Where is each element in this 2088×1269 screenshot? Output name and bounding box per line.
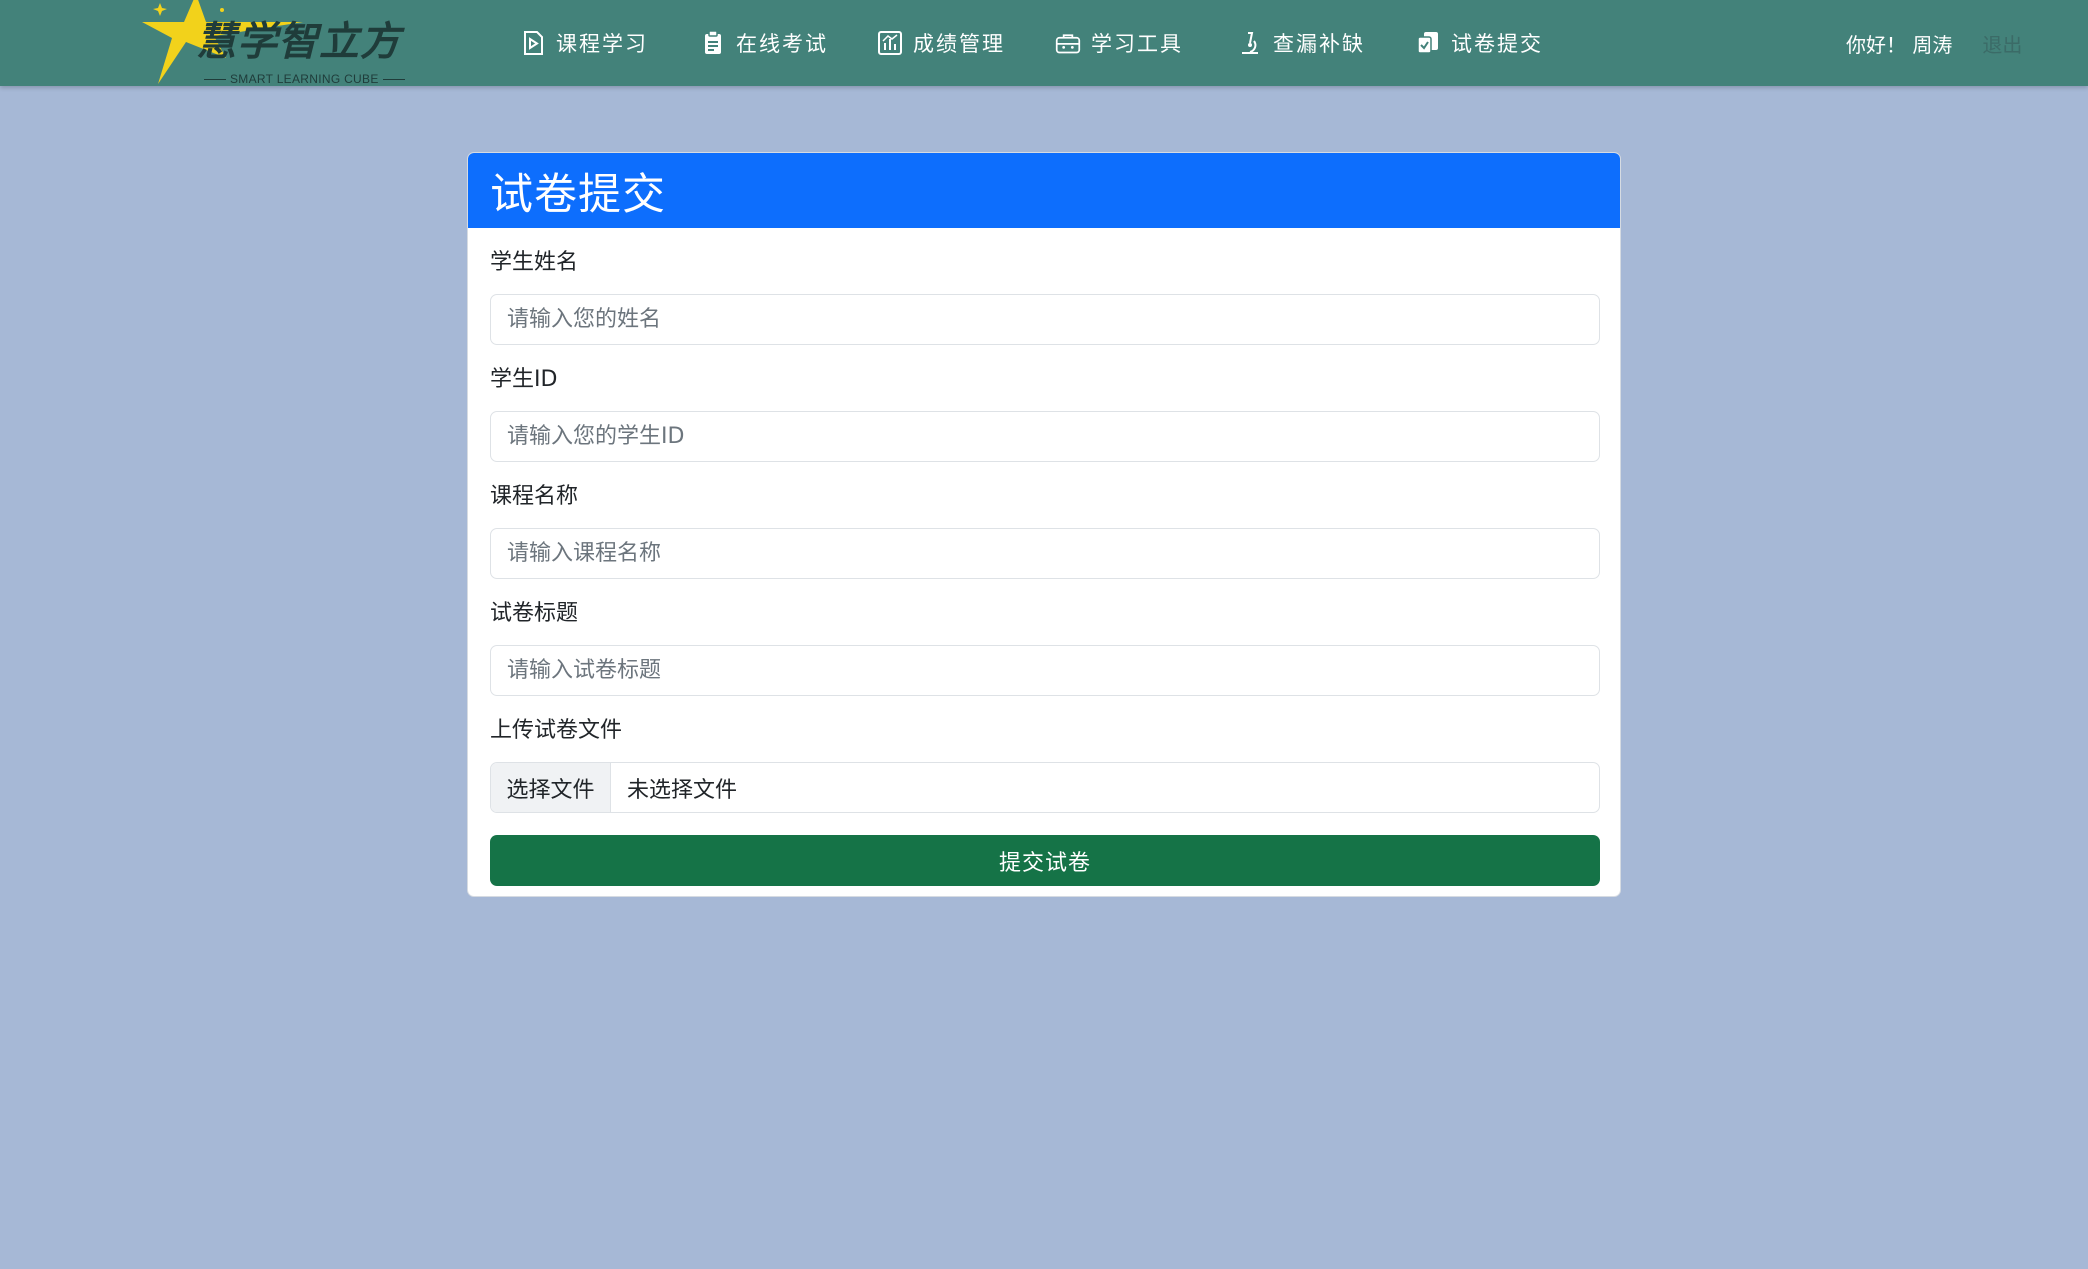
submit-paper-form: 学生姓名 学生ID 课程名称 试卷标题 上传试卷文件 选择文件 未选择文件 提交… [468,248,1620,886]
student-name-input[interactable] [490,294,1600,345]
nav-item-course-study[interactable]: 课程学习 [520,0,648,86]
submit-paper-card: 试卷提交 学生姓名 学生ID 课程名称 试卷标题 上传试卷文件 选择文件 未选择… [467,152,1621,897]
nav-item-paper-submit[interactable]: 试卷提交 [1415,0,1543,86]
student-id-label: 学生ID [490,367,558,392]
play-document-icon [524,31,543,55]
file-status-text: 未选择文件 [627,777,738,803]
paper-title-input[interactable] [490,645,1600,696]
nav-item-gap-filling[interactable]: 查漏补缺 [1237,0,1365,86]
logo-brand-text: 慧学智立方 [196,19,401,65]
site-logo[interactable]: 慧学智立方 SMART LEARNING CUBE [138,0,428,86]
nav-item-label: 在线考试 [736,32,828,56]
nav-item-grade-management[interactable]: 成绩管理 [877,0,1005,86]
nav-item-label: 试卷提交 [1451,32,1543,56]
nav-item-label: 课程学习 [556,32,648,56]
nav-item-label: 查漏补缺 [1273,32,1365,56]
toolbox-icon [1055,34,1081,54]
course-name-label: 课程名称 [490,484,579,509]
top-navbar: 慧学智立方 SMART LEARNING CUBE 课程学习 在线考试 成绩管理… [0,0,2088,86]
nav-item-label: 成绩管理 [913,32,1005,56]
bar-chart-icon [878,31,902,55]
submit-paper-button[interactable]: 提交试卷 [490,835,1600,886]
nav-item-label: 学习工具 [1091,32,1183,56]
course-name-input[interactable] [490,528,1600,579]
nav-item-online-exam[interactable]: 在线考试 [700,0,828,86]
user-area: 你好！ 周涛 退出 [1846,0,2022,86]
document-submit-icon [1417,32,1438,54]
student-id-input[interactable] [490,411,1600,462]
student-name-label: 学生姓名 [490,250,579,275]
user-greeting: 你好！ 周涛 [1846,32,1953,57]
file-upload-input[interactable]: 选择文件 未选择文件 [490,762,1600,813]
logo-tagline: SMART LEARNING CUBE [200,72,550,86]
logout-link[interactable]: 退出 [1982,29,2022,58]
upload-file-label: 上传试卷文件 [490,718,623,743]
microscope-icon [1242,32,1258,54]
paper-title-label: 试卷标题 [490,601,579,626]
card-title: 试卷提交 [468,153,1620,228]
clipboard-icon [705,30,721,54]
nav-item-study-tools[interactable]: 学习工具 [1055,0,1183,86]
choose-file-button[interactable]: 选择文件 [491,763,611,812]
